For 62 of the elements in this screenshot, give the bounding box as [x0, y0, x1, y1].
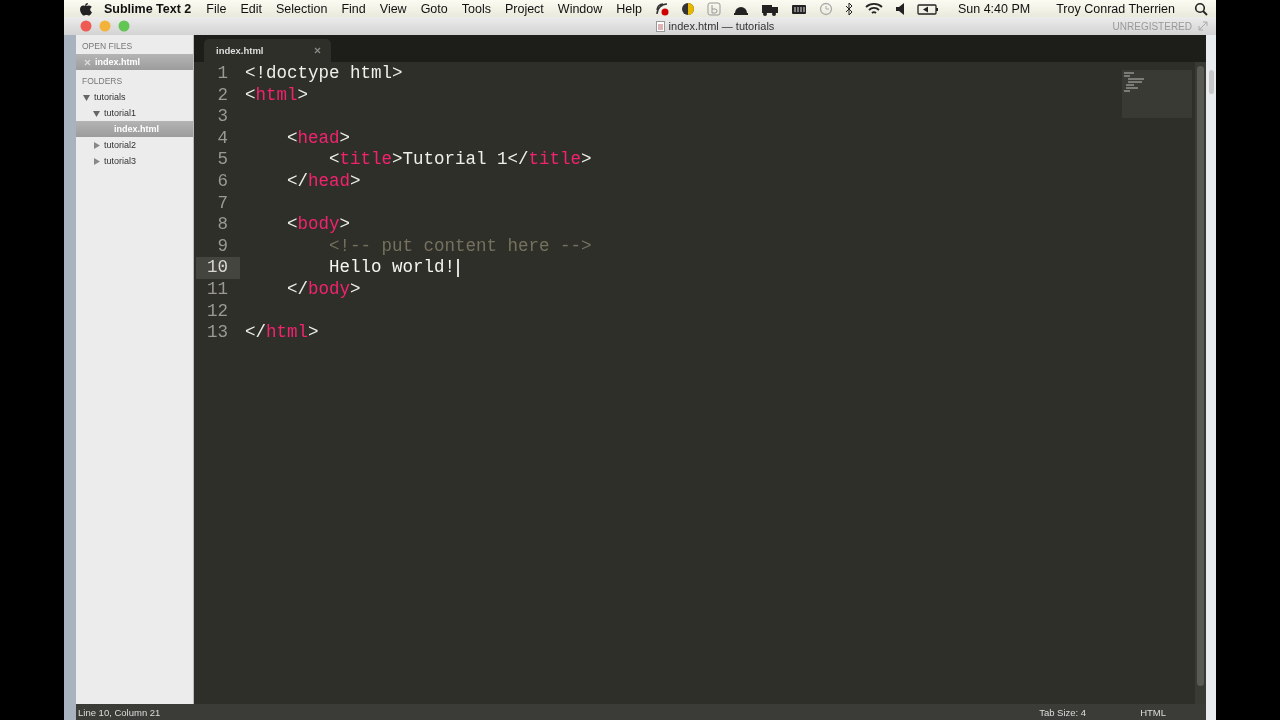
line-number: 3 [216, 106, 229, 128]
code-line: <!doctype html> [245, 63, 403, 85]
line-number: 9 [216, 235, 229, 258]
menu-item[interactable]: Help [609, 1, 650, 16]
menu-item[interactable]: File [199, 1, 234, 16]
menu-item[interactable]: Tools [454, 1, 498, 16]
folder-item[interactable]: tutorial3 [76, 153, 193, 169]
app-menu[interactable]: Sublime Text 2 [92, 1, 200, 16]
line-number: 13 [206, 322, 229, 344]
file-tab[interactable]: index.html [204, 39, 331, 62]
folder-item[interactable]: tutorial1 [76, 105, 193, 121]
user-name[interactable]: Troy Conrad Therrien [1049, 1, 1182, 16]
moon-icon[interactable] [680, 1, 695, 16]
line-number: 4 [216, 127, 229, 150]
volume-icon[interactable] [894, 1, 905, 16]
cursor-position: Line 10, Column 21 [78, 706, 161, 718]
license-label: UNREGISTERED [1112, 20, 1192, 32]
menu-item[interactable]: Find [334, 1, 373, 16]
menu-item[interactable]: Edit [233, 1, 269, 16]
code-line: Hello world! [328, 257, 456, 279]
line-number: 6 [216, 170, 229, 193]
code-line: <html> [245, 84, 309, 107]
bluetooth-icon[interactable] [844, 1, 853, 16]
code-line: </body> [286, 278, 361, 301]
code-line: <body> [286, 214, 351, 236]
folder-item[interactable]: tutorial2 [76, 137, 193, 153]
code-line: <head> [286, 127, 351, 150]
section-header: OPEN FILES [81, 40, 134, 53]
line-number: 12 [206, 300, 229, 323]
tab-size-label[interactable]: Tab Size: 4 [1039, 706, 1087, 718]
line-number: 2 [216, 84, 229, 107]
section-header: FOLDERS [81, 75, 124, 88]
apple-logo-icon[interactable] [80, 1, 92, 16]
clock-text[interactable]: Sun 4:40 PM [950, 1, 1038, 16]
battery-icon[interactable] [916, 1, 939, 16]
menu-item[interactable]: Project [497, 1, 551, 16]
scrollbar-thumb[interactable] [1208, 70, 1214, 94]
wifi-icon[interactable] [864, 1, 883, 16]
code-line: <!-- put content here --> [328, 235, 592, 258]
document-icon [655, 20, 665, 32]
line-number: 5 [216, 149, 229, 171]
menu-item[interactable]: View [372, 1, 414, 16]
code-line: </html> [245, 322, 319, 344]
window-title: index.html — tutorials [668, 20, 775, 32]
menu-item[interactable]: Window [550, 1, 610, 16]
scrollbar[interactable] [1195, 62, 1206, 704]
line-number: 1 [216, 63, 229, 85]
folder-item[interactable]: tutorials [76, 89, 193, 105]
code-line: </head> [286, 170, 361, 193]
close-icon[interactable] [313, 47, 321, 54]
menu-item[interactable]: Selection [269, 1, 335, 16]
menu-item[interactable]: Goto [413, 1, 455, 16]
line-number: 11 [206, 278, 229, 301]
code-line: <title>Tutorial 1</title> [328, 149, 592, 171]
signal-icon[interactable] [654, 1, 669, 16]
syntax-label[interactable]: HTML [1140, 706, 1166, 718]
search-icon[interactable] [1194, 1, 1208, 16]
line-number: 10 [196, 257, 240, 279]
close-button[interactable] [80, 20, 92, 32]
line-number: 7 [216, 192, 229, 215]
text-cursor [457, 259, 459, 278]
line-number: 8 [216, 214, 229, 236]
